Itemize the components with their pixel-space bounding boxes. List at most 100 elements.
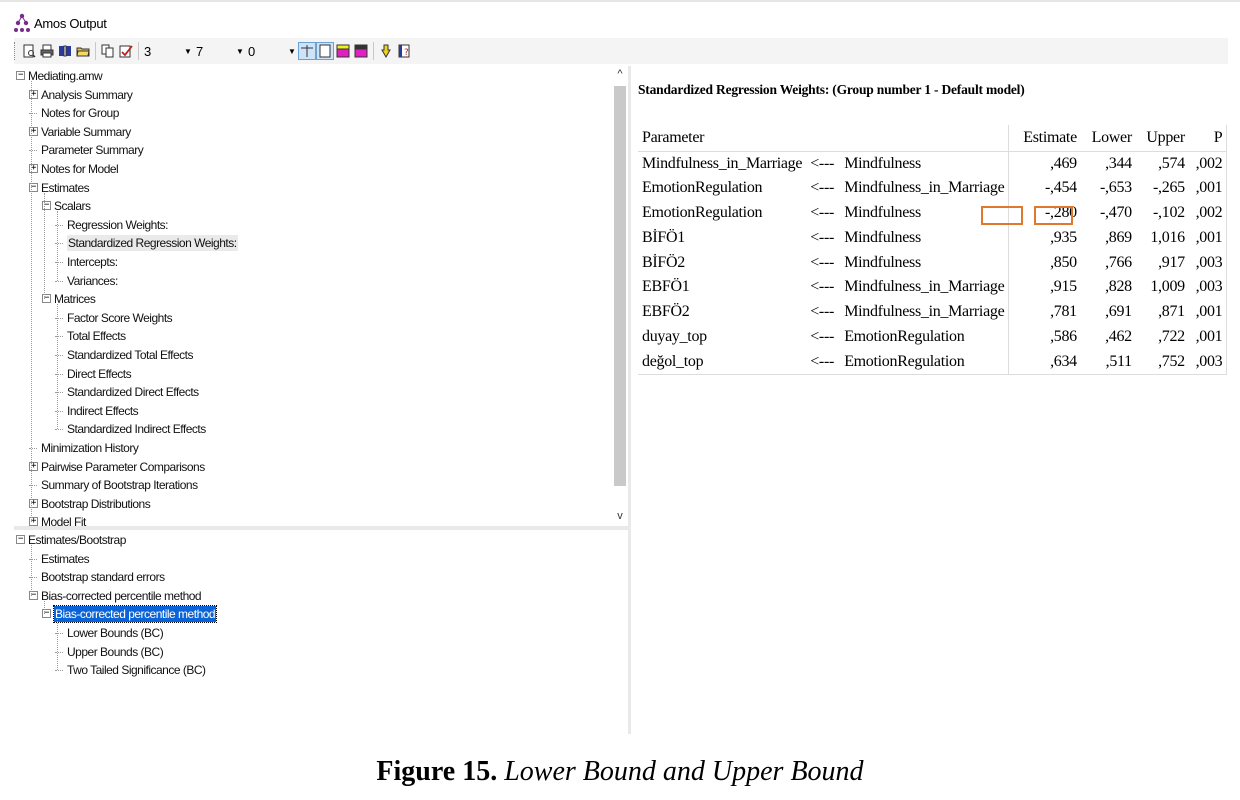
- tree-node[interactable]: Two Tailed Significance (BC): [67, 662, 206, 678]
- caption-text: Lower Bound and Upper Bound: [504, 756, 864, 787]
- tree-node[interactable]: Estimates: [41, 180, 90, 196]
- decimals-combo[interactable]: 3 ▼: [144, 44, 194, 59]
- tree-node[interactable]: Estimates: [41, 551, 90, 567]
- table-row: Mindfulness_in_Marriage <--- Mindfulness ,4…: [638, 151, 1228, 176]
- content-title: Standardized Regression Weights: (Group …: [638, 82, 1025, 97]
- results-table: Parameter Estimate Lower Upper P Mindful…: [638, 125, 1228, 375]
- vertical-splitter[interactable]: [628, 66, 631, 734]
- column-width-combo[interactable]: 7 ▼: [196, 44, 246, 59]
- tree-node[interactable]: Bias-corrected percentile method: [52, 605, 218, 624]
- open-folder-icon[interactable]: [75, 43, 91, 59]
- tree-connector: [57, 619, 58, 671]
- tree-node[interactable]: Variable Summary: [41, 124, 131, 140]
- options-check-icon[interactable]: [118, 43, 134, 59]
- tree-connector: [55, 280, 63, 282]
- grid-cross-icon[interactable]: [298, 42, 316, 60]
- tree-node[interactable]: Lower Bounds (BC): [67, 625, 164, 641]
- independent-variable-cell: Mindfulness: [844, 228, 921, 246]
- print-preview-icon[interactable]: [21, 43, 37, 59]
- color-table-icon[interactable]: [335, 43, 351, 59]
- upper-cell: ,917: [1158, 253, 1185, 271]
- dependent-variable-cell: değol_top: [638, 349, 807, 375]
- dependent-variable-cell: duyay_top: [642, 327, 707, 345]
- chevron-down-icon[interactable]: ▼: [286, 47, 298, 56]
- tree-node[interactable]: Standardized Indirect Effects: [67, 421, 206, 437]
- estimate-cell: ,915: [1008, 274, 1081, 300]
- top-border: [0, 0, 1240, 2]
- tree-node[interactable]: Parameter Summary: [41, 142, 144, 158]
- chevron-down-icon[interactable]: ▼: [234, 47, 246, 56]
- tree-node[interactable]: Standardized Regression Weights:: [67, 235, 238, 252]
- tree-node[interactable]: Pairwise Parameter Comparisons: [41, 459, 205, 475]
- estimate-cell: -,454: [1008, 175, 1081, 201]
- tree-node[interactable]: Bootstrap Distributions: [41, 496, 151, 512]
- book-icon[interactable]: [57, 43, 73, 59]
- header-lower: Lower: [1080, 125, 1136, 152]
- table-columns-combo[interactable]: 0 ▼: [248, 44, 298, 59]
- tree-node[interactable]: Upper Bounds (BC): [67, 644, 164, 660]
- tree-node[interactable]: Standardized Direct Effects: [67, 384, 199, 400]
- table-row: değol_top <--- EmotionRegulation ,634,511,7…: [638, 349, 1228, 375]
- scroll-down-icon[interactable]: v: [612, 510, 628, 524]
- dependent-variable-cell: BİFÖ1: [642, 228, 685, 246]
- tree-node[interactable]: Bootstrap standard errors: [41, 569, 165, 585]
- upper-cell: ,574: [1158, 154, 1185, 172]
- navigation-tree-top: − Mediating.amw + Analysis Summary Notes for…: [14, 66, 614, 529]
- tree-node[interactable]: Indirect Effects: [67, 403, 139, 419]
- estimate-cell: ,469: [1008, 151, 1081, 176]
- table-row: BİFÖ1 <--- Mindfulness ,935 ,869 1,016,001: [638, 225, 1228, 251]
- copy-icon[interactable]: [100, 43, 116, 59]
- toolbar-grip[interactable]: [14, 42, 17, 60]
- tree-node[interactable]: Regression Weights:: [67, 217, 169, 233]
- scroll-thumb[interactable]: [614, 86, 626, 486]
- upper-cell: 1,009: [1150, 278, 1185, 296]
- upper-cell: -,102: [1153, 203, 1185, 221]
- collapse-icon[interactable]: −: [16, 71, 25, 80]
- dependent-variable-cell: BİFÖ2: [642, 253, 685, 271]
- tree-node[interactable]: Notes for Group: [41, 105, 119, 121]
- upper-cell: -,265: [1153, 179, 1185, 197]
- chevron-down-icon[interactable]: ▼: [182, 47, 194, 56]
- tree-node[interactable]: Scalars: [54, 198, 91, 214]
- tree-node[interactable]: Total Effects: [67, 328, 126, 344]
- tree-node[interactable]: Standardized Total Effects: [67, 347, 193, 363]
- tree-node[interactable]: Factor Score Weights: [67, 310, 173, 326]
- dependent-variable-cell: EmotionRegulation: [642, 203, 763, 221]
- tree-node[interactable]: Summary of Bootstrap Iterations: [41, 477, 198, 493]
- tree-node[interactable]: Minimization History: [41, 440, 139, 456]
- estimate-cell: ,586: [1008, 324, 1081, 350]
- estimate-cell: ,634: [1008, 349, 1081, 375]
- tree-node[interactable]: Analysis Summary: [41, 87, 133, 103]
- tree-connector: [44, 600, 45, 615]
- table-header-row: Parameter Estimate Lower Upper P: [638, 125, 1228, 152]
- tree-node[interactable]: Variances:: [67, 273, 118, 289]
- help-pointer-icon[interactable]: [378, 43, 394, 59]
- tree-connector: [31, 81, 32, 523]
- tree-node[interactable]: Bias-corrected percentile method: [41, 588, 202, 604]
- p-cell: ,002: [1188, 151, 1228, 176]
- dependent-variable-cell: EBFÖ1: [642, 278, 690, 296]
- tree-node[interactable]: Notes for Model: [41, 161, 119, 177]
- grid-box-icon[interactable]: [316, 42, 334, 60]
- collapse-icon[interactable]: −: [16, 535, 25, 544]
- lower-cell: ,511: [1080, 349, 1136, 375]
- tree-node[interactable]: Direct Effects: [67, 366, 132, 382]
- tree-node[interactable]: Mediating.amw: [28, 68, 103, 84]
- scroll-up-icon[interactable]: ^: [612, 68, 628, 82]
- upper-cell: ,722: [1158, 327, 1185, 345]
- print-icon[interactable]: [39, 43, 55, 59]
- estimate-cell: ,850: [1008, 250, 1081, 275]
- tree-scrollbar[interactable]: ^ v: [612, 66, 628, 526]
- p-cell: ,003: [1188, 274, 1228, 300]
- arrow-cell: <---: [806, 349, 841, 375]
- header-estimate: Estimate: [1008, 125, 1081, 152]
- arrow-cell: <---: [810, 154, 834, 172]
- tree-node[interactable]: Matrices: [54, 291, 96, 307]
- column-width-value: 7: [196, 43, 204, 59]
- dependent-variable-cell: EBFÖ2: [642, 303, 690, 321]
- tree-node[interactable]: Intercepts:: [67, 254, 118, 270]
- tree-connector: [31, 545, 32, 596]
- tree-node[interactable]: Estimates/Bootstrap: [28, 532, 126, 548]
- color-header-icon[interactable]: [353, 43, 369, 59]
- help-book-icon[interactable]: ?: [396, 43, 412, 59]
